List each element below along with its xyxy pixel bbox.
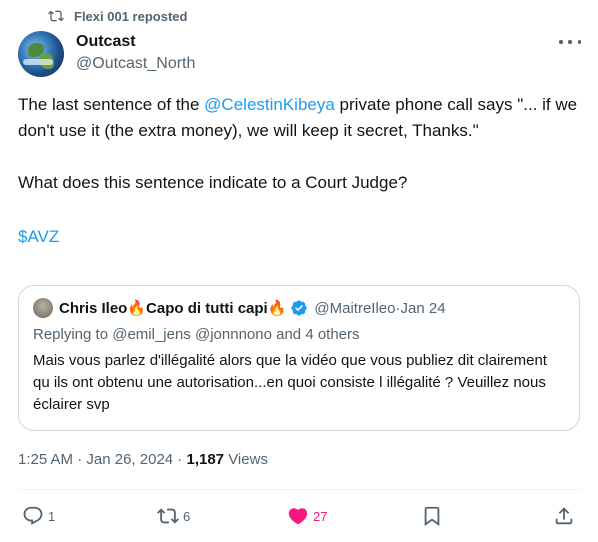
- reply-icon: [23, 506, 43, 525]
- mention-link[interactable]: @CelestinKibeya: [204, 95, 335, 114]
- quoted-text: Mais vous parlez d'illégalité alors que …: [33, 352, 547, 413]
- bookmark-icon: [424, 506, 440, 527]
- tweet-date[interactable]: Jan 26, 2024: [86, 451, 173, 468]
- views-label: Views: [224, 451, 268, 468]
- author-name[interactable]: Outcast: [76, 33, 136, 51]
- replying-to: Replying to @emil_jens @jonnnono and 4 o…: [33, 326, 360, 343]
- more-icon[interactable]: [559, 34, 581, 50]
- cashtag-link[interactable]: $AVZ: [18, 227, 59, 246]
- reply-button[interactable]: 1: [22, 505, 55, 527]
- quoted-tweet[interactable]: Chris Ileo🔥Capo di tutti capi🔥 @MaitreIl…: [18, 285, 580, 431]
- quoted-avatar: [33, 298, 53, 318]
- verified-icon: [291, 300, 308, 316]
- reply-handle-link[interactable]: @emil_jens: [112, 326, 191, 343]
- fire-emoji: 🔥: [267, 300, 287, 317]
- share-button[interactable]: [553, 505, 575, 527]
- tweet-time[interactable]: 1:25 AM: [18, 451, 73, 468]
- avatar-globe-cloud: [23, 59, 53, 65]
- tweet-body: The last sentence of the @CelestinKibeya…: [18, 92, 590, 250]
- author-handle[interactable]: @Outcast_North: [76, 55, 195, 73]
- repost-banner[interactable]: Flexi 001 reposted: [48, 8, 187, 24]
- reply-handle-link[interactable]: @jonnnono: [195, 326, 272, 343]
- reply-count: 1: [48, 508, 56, 524]
- like-button[interactable]: 27: [287, 505, 327, 527]
- bookmark-button[interactable]: [421, 505, 443, 527]
- avatar[interactable]: [18, 31, 64, 77]
- repost-icon: [157, 508, 179, 524]
- quoted-author-handle: @MaitreIleo: [314, 299, 396, 317]
- fire-emoji: 🔥: [127, 300, 147, 317]
- repost-banner-text: Flexi 001 reposted: [74, 8, 188, 24]
- quoted-header: Chris Ileo🔥Capo di tutti capi🔥 @MaitreIl…: [33, 298, 446, 318]
- heart-icon: [288, 508, 308, 525]
- share-icon: [555, 507, 573, 525]
- divider: [18, 489, 580, 490]
- repost-icon: [48, 10, 64, 22]
- repost-button[interactable]: 6: [157, 505, 190, 527]
- tweet-meta: 1:25 AM · Jan 26, 2024 · 1,187 Views: [18, 451, 268, 468]
- views-count: 1,187: [186, 451, 225, 468]
- tweet-paragraph-1: The last sentence of the @CelestinKibeya…: [18, 95, 578, 140]
- like-count: 27: [313, 508, 328, 524]
- quoted-author-name: Chris Ileo🔥Capo di tutti capi🔥: [59, 300, 287, 317]
- repost-count: 6: [183, 508, 191, 524]
- tweet-paragraph-2: What does this sentence indicate to a Co…: [18, 173, 408, 192]
- quoted-date: Jan 24: [400, 299, 446, 317]
